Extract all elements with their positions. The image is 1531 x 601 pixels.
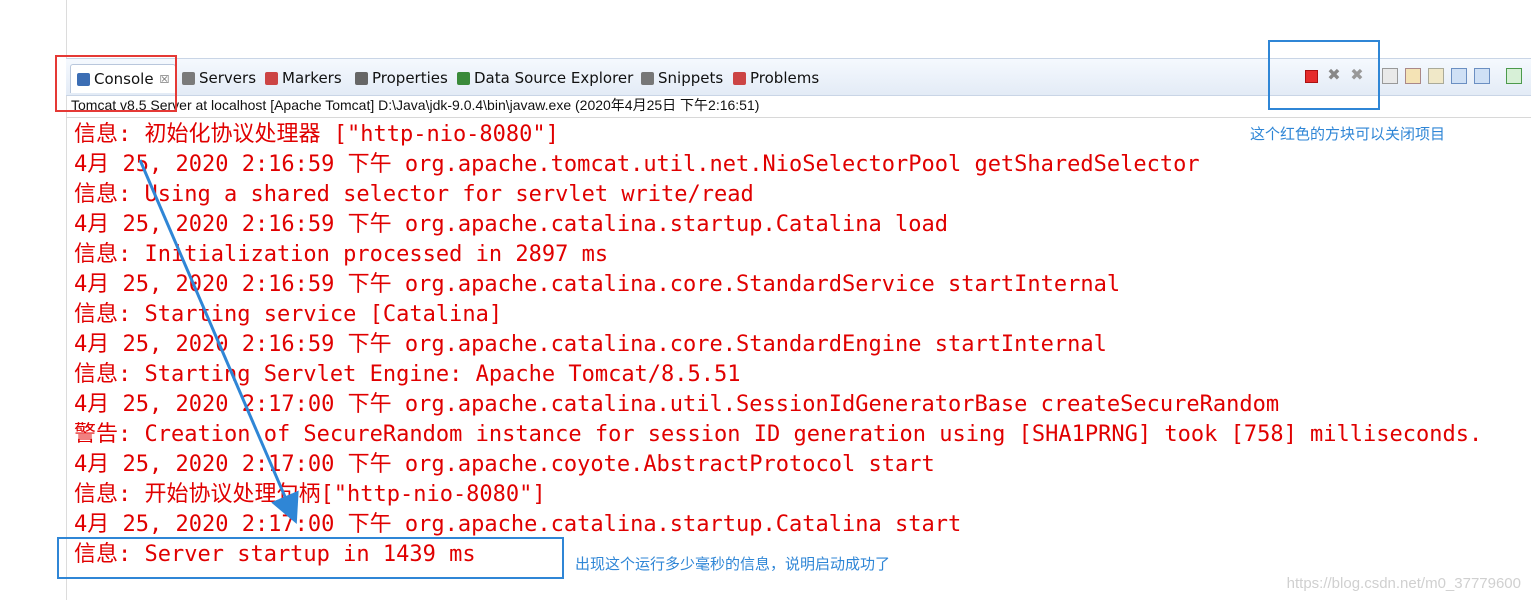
stop-note: 这个红色的方块可以关闭项目 — [1250, 125, 1446, 143]
annotation-arrow — [138, 159, 299, 525]
startup-note: 出现这个运行多少毫秒的信息，说明启动成功了 — [575, 555, 891, 573]
watermark: https://blog.csdn.net/m0_37779600 — [1286, 575, 1521, 592]
